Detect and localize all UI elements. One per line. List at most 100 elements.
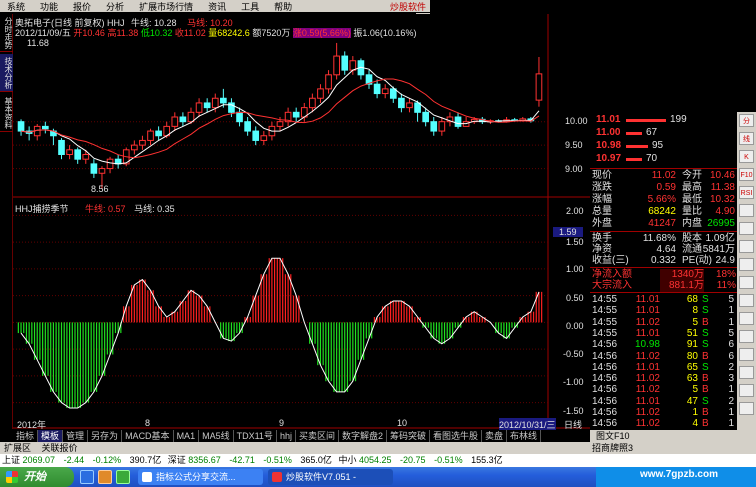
app-icon[interactable] (116, 470, 130, 484)
right-bottom-tab-f10[interactable]: 图文F10 (590, 430, 756, 442)
menu-item-news[interactable]: 资讯 (201, 0, 234, 13)
indicator-tab[interactable]: 管理 (63, 430, 89, 442)
ticker-amount: 365.0亿 (300, 455, 332, 465)
candle-body (292, 111, 300, 118)
indicator-tab[interactable]: 卖盘 (482, 430, 508, 442)
kline-chart[interactable] (13, 14, 590, 429)
right-tool-button[interactable] (739, 384, 754, 397)
taskbar-item-trading[interactable]: 炒股软件V7.051 - (268, 469, 393, 485)
candle-body (211, 97, 219, 109)
indicator-tab[interactable]: 数字解盘2 (339, 430, 387, 442)
price-axis-tick: 9.50 (565, 140, 583, 150)
candle-body (309, 97, 316, 109)
candle-body (244, 121, 251, 132)
folder-icon[interactable] (98, 470, 112, 484)
indicator-tab[interactable]: 指标 (13, 430, 39, 442)
right-tool-button[interactable] (739, 366, 754, 379)
info-close: 收11.02 (174, 28, 206, 38)
tab-intraday[interactable]: 分时走势 (0, 14, 13, 52)
price-axis-tick: 10.00 (565, 116, 588, 126)
right-tool-button[interactable] (739, 222, 754, 235)
order-row: 11.00 67 (596, 127, 658, 138)
ticker-change: -20.75 (400, 455, 426, 465)
candle-body (220, 97, 227, 104)
candle-body (179, 116, 187, 123)
indicator-tab[interactable]: TDX11号 (234, 430, 277, 442)
candle-body (203, 102, 211, 109)
right-tool-button[interactable] (739, 402, 754, 415)
ind-axis-tick: 0.00 (566, 321, 584, 331)
indicator-tab[interactable]: 另存为 (88, 430, 123, 442)
tab-fundamentals[interactable]: 基本资料 (0, 94, 13, 132)
menu-item-analysis[interactable]: 分析 (99, 0, 132, 13)
candle-body (535, 73, 543, 101)
tab-technical[interactable]: 技术分析 (0, 54, 13, 92)
indicator-tab[interactable]: 模板 (38, 430, 64, 442)
menu-item-help[interactable]: 帮助 (267, 0, 300, 13)
ind-axis-tick: -1.00 (563, 377, 584, 387)
candle-body (155, 130, 162, 137)
quote-panel: 11.01 199 11.00 67 10.98 95 10.97 70 现价 1… (590, 112, 737, 442)
tab-ext-area[interactable]: 扩展区 (0, 443, 35, 453)
candle-body (381, 88, 389, 95)
indicator-niu: 牛线: 0.57 (85, 204, 126, 214)
candle-body (349, 60, 357, 71)
info-change: 涨0.59(5.66%) (292, 28, 351, 38)
candle-body (98, 168, 106, 174)
indicator-tab[interactable]: MA1 (174, 430, 200, 442)
indicator-tab[interactable]: 买卖区间 (296, 430, 339, 442)
tick-row: 14:55 11.01 68 S 5 (592, 294, 734, 305)
taskbar-item-forum[interactable]: 指标公式分享交流... (138, 469, 263, 485)
candle-body (422, 111, 429, 123)
right-tool-button[interactable]: 分 (739, 114, 754, 127)
indicator-tab[interactable]: 筹码突破 (387, 430, 430, 442)
candle-body (66, 149, 73, 155)
ticker-price: 8356.67 (188, 455, 221, 465)
tick-row: 14:55 11.01 51 S 5 (592, 327, 734, 339)
candle-body (276, 121, 284, 127)
start-button[interactable]: 开始 (0, 467, 74, 487)
candle-body (414, 102, 421, 113)
candle-body (195, 102, 203, 113)
quote-row: 涨幅 5.66% 最低 10.32 (592, 194, 735, 205)
ie-icon[interactable] (80, 470, 94, 484)
right-tool-button[interactable] (739, 276, 754, 289)
indicator-tab[interactable]: MACD基本 (122, 430, 174, 442)
right-tool-button[interactable]: K (739, 150, 754, 163)
ticker-pct: -0.51% (434, 455, 463, 465)
price-min-label: 8.56 (91, 184, 109, 194)
menu-item-tools[interactable]: 工具 (234, 0, 267, 13)
tab-linked-quote[interactable]: 关联报价 (38, 443, 82, 453)
ind-axis-tick: -0.50 (563, 349, 584, 359)
browser-icon (142, 472, 152, 482)
right-tool-button[interactable]: RSI (739, 186, 754, 199)
menu-item-system[interactable]: 系统 (0, 0, 33, 13)
app-brand: 炒股软件 (389, 1, 426, 12)
chart-area[interactable]: 奥拓电子(日线 前复权) HHJ 牛线: 10.28 马线: 10.20 201… (13, 14, 590, 431)
quote-row: 外盘 41247 内盘 26995 (592, 218, 735, 229)
right-tool-button[interactable] (739, 294, 754, 307)
right-tool-button[interactable]: 线 (739, 132, 754, 145)
indicator-tab[interactable]: 看图选牛股 (430, 430, 483, 442)
right-bottom-tab-zs[interactable]: 招商牌照3 (590, 442, 756, 454)
right-tool-button[interactable] (739, 204, 754, 217)
right-tool-button[interactable] (739, 330, 754, 343)
order-row: 10.97 70 (596, 153, 658, 164)
candle-body (90, 163, 98, 174)
menu-item-ext-market[interactable]: 扩展市场行情 (132, 0, 201, 13)
menu-item-function[interactable]: 功能 (33, 0, 66, 13)
candle-body (406, 102, 413, 109)
menu-item-quote[interactable]: 报价 (66, 0, 99, 13)
indicator-tab[interactable]: 布林线 (507, 430, 542, 442)
right-tool-button[interactable]: F10 (739, 168, 754, 181)
right-tool-button[interactable] (739, 258, 754, 271)
indicator-tab[interactable]: MA5线 (199, 430, 234, 442)
indicator-tab[interactable]: hhj (277, 430, 296, 442)
info-amplitude: 振1.06(10.16%) (353, 28, 417, 38)
right-tool-button[interactable] (739, 348, 754, 361)
right-tool-button[interactable] (739, 240, 754, 253)
right-tool-button[interactable] (739, 312, 754, 325)
candle-body (260, 135, 268, 141)
ind-axis-tick: 0.50 (566, 293, 584, 303)
ticker-price: 4054.25 (358, 455, 392, 465)
